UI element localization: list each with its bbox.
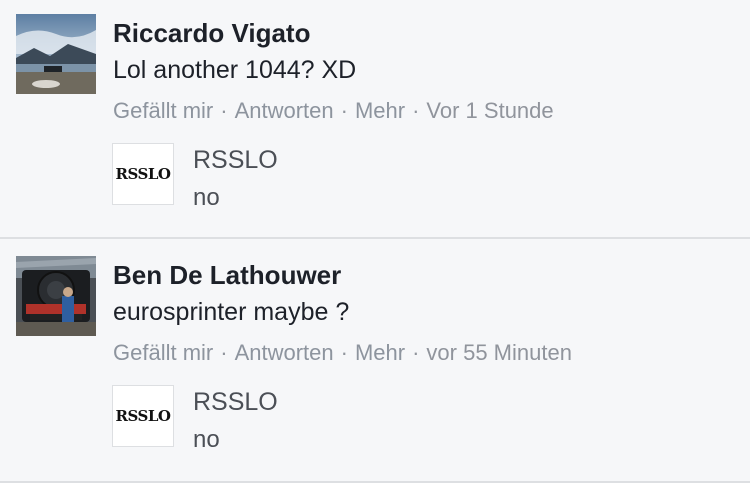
timestamp[interactable]: vor 55 Minuten	[426, 340, 572, 365]
comment-author[interactable]: Riccardo Vigato	[113, 18, 310, 49]
comment-thread: Riccardo Vigato Lol another 1044? XD Gef…	[0, 0, 750, 483]
comment-author[interactable]: Ben De Lathouwer	[113, 260, 341, 291]
reply-author[interactable]: RSSLO	[193, 388, 278, 417]
reply-avatar-logo: RSSLO	[115, 165, 171, 183]
reply-author[interactable]: RSSLO	[193, 146, 278, 175]
reply-text: no	[193, 184, 220, 211]
separator-dot: ·	[412, 98, 420, 123]
comment-item: Ben De Lathouwer eurosprinter maybe ? Ge…	[0, 240, 750, 483]
reply-link[interactable]: Antworten	[235, 340, 334, 365]
reply-avatar-logo: RSSLO	[115, 407, 171, 425]
comment-actions: Gefällt mir · Antworten · Mehr · Vor 1 Stunde	[113, 98, 554, 124]
comment-item: Riccardo Vigato Lol another 1044? XD Gef…	[0, 0, 750, 238]
more-link[interactable]: Mehr	[355, 98, 405, 123]
divider	[0, 237, 750, 239]
reply-avatar[interactable]: RSSLO	[112, 385, 174, 447]
timestamp[interactable]: Vor 1 Stunde	[426, 98, 553, 123]
comment-text: eurosprinter maybe ?	[113, 298, 350, 326]
avatar[interactable]	[16, 14, 96, 94]
landscape-photo-icon	[16, 14, 96, 94]
separator-dot: ·	[340, 98, 348, 123]
separator-dot: ·	[220, 340, 228, 365]
comment-actions: Gefällt mir · Antworten · Mehr · vor 55 Minute…	[113, 340, 572, 366]
reply-link[interactable]: Antworten	[235, 98, 334, 123]
reply-text: no	[193, 426, 220, 453]
reply-avatar[interactable]: RSSLO	[112, 143, 174, 205]
separator-dot: ·	[412, 340, 420, 365]
avatar[interactable]	[16, 256, 96, 336]
like-link[interactable]: Gefällt mir	[113, 98, 213, 123]
like-link[interactable]: Gefällt mir	[113, 340, 213, 365]
locomotive-photo-icon	[16, 256, 96, 336]
comment-text: Lol another 1044? XD	[113, 56, 357, 84]
separator-dot: ·	[340, 340, 348, 365]
separator-dot: ·	[220, 98, 228, 123]
more-link[interactable]: Mehr	[355, 340, 405, 365]
